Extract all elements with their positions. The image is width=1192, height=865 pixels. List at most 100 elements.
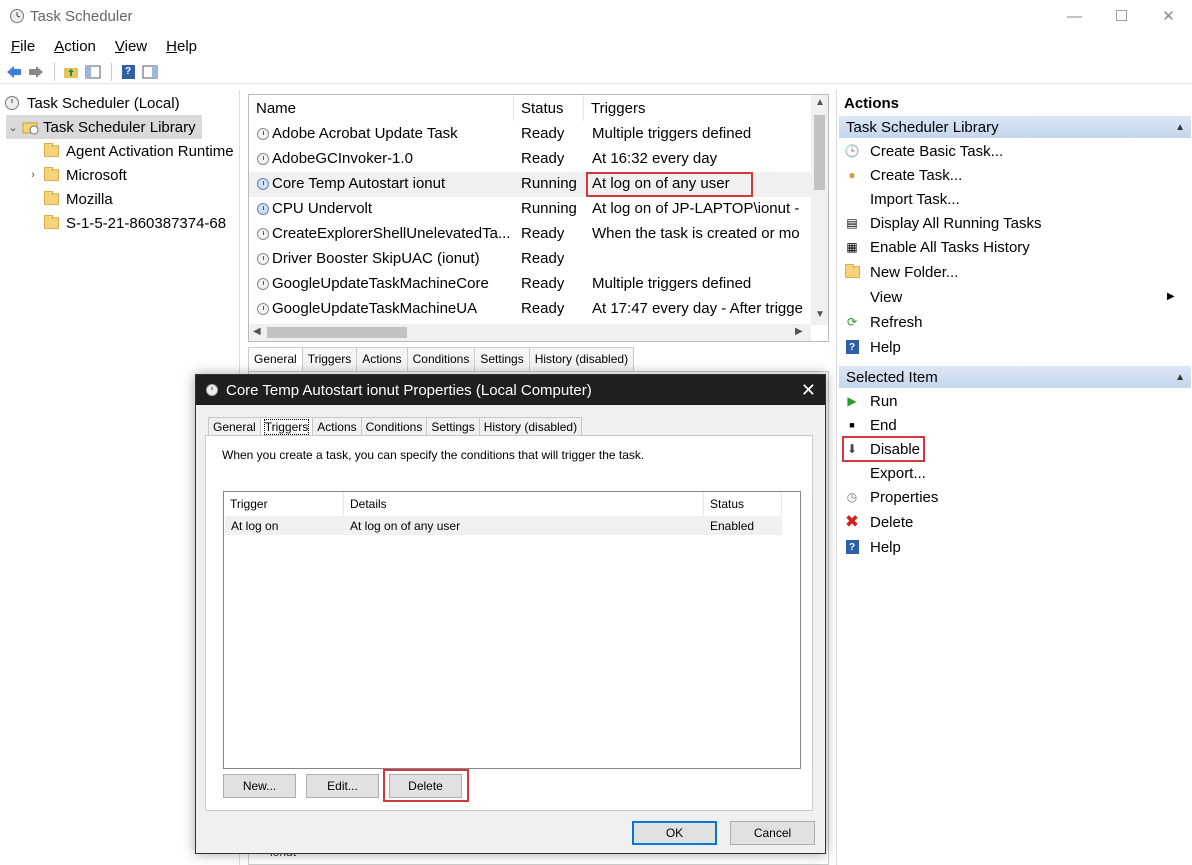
tab-general[interactable]: General [248, 347, 303, 371]
action-view[interactable]: View [844, 285, 902, 309]
menu-file[interactable]: File [0, 38, 43, 55]
folder-icon [44, 167, 59, 181]
dialog-tab-conditions[interactable]: Conditions [360, 417, 428, 436]
back-button[interactable] [4, 62, 24, 82]
action-new-folder[interactable]: New Folder... [844, 260, 958, 284]
action-create-basic-task[interactable]: 🕒 Create Basic Task... [844, 139, 1004, 163]
ok-button[interactable]: OK [632, 821, 717, 845]
table-row[interactable]: Driver Booster SkipUAC (ionut) Ready [249, 247, 811, 272]
column-header-status[interactable]: Status [704, 492, 782, 515]
tree-item-microsoft[interactable]: › Microsoft [26, 163, 127, 187]
scroll-down-icon[interactable]: ▼ [815, 309, 825, 320]
vertical-scrollbar[interactable]: ▲ ▼ [811, 95, 828, 325]
chevron-right-icon[interactable]: › [26, 169, 40, 181]
action-enable-tasks-history[interactable]: ▦ Enable All Tasks History [844, 235, 1029, 259]
horizontal-scroll-thumb[interactable] [267, 327, 407, 338]
menu-help[interactable]: Help [155, 38, 205, 55]
accelerator-key: A [54, 37, 65, 55]
tab-history[interactable]: History (disabled) [528, 347, 635, 371]
task-clock-icon [257, 303, 269, 315]
dialog-tab-actions[interactable]: Actions [312, 417, 362, 436]
tree-item-agent-activation-runtime[interactable]: Agent Activation Runtime [44, 139, 234, 163]
horizontal-scrollbar[interactable]: ◀ ▶ [249, 324, 811, 341]
minimize-button[interactable]: — [1051, 0, 1098, 32]
scroll-right-icon[interactable]: ▶ [795, 326, 803, 337]
action-refresh[interactable]: ⟳ Refresh [844, 310, 923, 334]
table-row[interactable]: CPU Undervolt Running At log on of JP-LA… [249, 197, 811, 222]
column-header-triggers[interactable]: Triggers [584, 95, 811, 121]
running-tasks-icon: ▤ [846, 216, 858, 230]
action-help[interactable]: ? Help [844, 335, 901, 359]
table-row[interactable]: AdobeGCInvoker-1.0 Ready At 16:32 every … [249, 147, 811, 172]
folder-up-icon [64, 67, 78, 78]
collapse-icon[interactable]: ▲ [1175, 372, 1185, 383]
scroll-left-icon[interactable]: ◀ [253, 326, 261, 337]
task-triggers: At log on of JP-LAPTOP\ionut - [592, 200, 800, 217]
tab-triggers[interactable]: Triggers [301, 347, 358, 371]
console-tree-icon [85, 65, 101, 78]
tree-item-task-scheduler-local[interactable]: Task Scheduler (Local) [4, 91, 180, 115]
table-row[interactable]: CreateExplorerShellUnelevatedTa... Ready… [249, 222, 811, 247]
dialog-tab-history[interactable]: History (disabled) [478, 417, 583, 436]
dialog-tab-general[interactable]: General [208, 417, 261, 436]
forward-button[interactable] [26, 62, 46, 82]
edit-trigger-button[interactable]: Edit... [306, 774, 379, 798]
tree-item-task-scheduler-library[interactable]: ⌄ Task Scheduler Library [6, 115, 202, 139]
table-row[interactable]: GoogleUpdateTaskMachineUA Ready At 17:47… [249, 297, 811, 322]
menu-bar: File Action View Help [0, 34, 205, 58]
action-properties[interactable]: ◷ Properties [844, 485, 939, 509]
task-name: AdobeGCInvoker-1.0 [272, 150, 413, 167]
tab-label: History (disabled) [483, 420, 578, 434]
tab-settings[interactable]: Settings [474, 347, 530, 371]
new-task-icon: ● [848, 168, 856, 182]
up-folder-button[interactable] [61, 62, 81, 82]
toolbar: ? [0, 60, 1192, 84]
action-create-task[interactable]: ● Create Task... [844, 163, 962, 187]
action-display-running-tasks[interactable]: ▤ Display All Running Tasks [844, 211, 1041, 235]
table-row[interactable]: At log on At log on of any user Enabled [225, 516, 782, 535]
action-end[interactable]: ■ End [844, 413, 896, 437]
vertical-scroll-thumb[interactable] [814, 115, 825, 190]
scroll-up-icon[interactable]: ▲ [815, 97, 825, 108]
dialog-close-icon[interactable]: ✕ [801, 380, 816, 401]
action-export[interactable]: Export... [844, 461, 926, 485]
dialog-titlebar: Core Temp Autostart ionut Properties (Lo… [196, 375, 825, 405]
collapse-icon[interactable]: ▲ [1175, 122, 1185, 133]
column-header-status[interactable]: Status [514, 95, 584, 121]
new-trigger-button[interactable]: New... [223, 774, 296, 798]
column-header-name[interactable]: Name [249, 95, 514, 121]
task-name: Adobe Acrobat Update Task [272, 125, 458, 142]
section-header-selected-item[interactable]: Selected Item ▲ [839, 366, 1191, 388]
close-button[interactable]: ✕ [1145, 0, 1192, 32]
chevron-down-icon[interactable]: ⌄ [6, 121, 20, 134]
section-header-task-scheduler-library[interactable]: Task Scheduler Library ▲ [839, 116, 1191, 138]
dialog-tab-triggers[interactable]: Triggers [259, 417, 314, 436]
maximize-button[interactable]: ☐ [1098, 0, 1145, 32]
tree-item-sid-folder[interactable]: S-1-5-21-860387374-68 [44, 211, 226, 235]
help-button[interactable]: ? [118, 62, 138, 82]
menu-view[interactable]: View [104, 38, 155, 55]
cancel-button[interactable]: Cancel [730, 821, 815, 845]
column-header-trigger[interactable]: Trigger [224, 492, 344, 515]
action-help-selected[interactable]: ? Help [844, 535, 901, 559]
accelerator-key: F [11, 37, 21, 55]
action-run[interactable]: ▶ Run [844, 389, 897, 413]
action-delete[interactable]: ✖ Delete [844, 510, 913, 534]
tab-conditions[interactable]: Conditions [406, 347, 476, 371]
table-row[interactable]: Adobe Acrobat Update Task Ready Multiple… [249, 122, 811, 147]
tree-item-mozilla[interactable]: Mozilla [44, 187, 113, 211]
dialog-tab-settings[interactable]: Settings [426, 417, 480, 436]
menu-action[interactable]: Action [43, 38, 104, 55]
show-hide-console-tree-button[interactable] [83, 62, 103, 82]
task-clock-icon [257, 203, 269, 215]
action-label: Delete [870, 513, 914, 531]
task-triggers: At 16:32 every day [592, 150, 718, 167]
tab-actions[interactable]: Actions [356, 347, 408, 371]
action-label: Display All Running Tasks [870, 214, 1042, 232]
column-header-details[interactable]: Details [344, 492, 704, 515]
show-hide-action-pane-button[interactable] [140, 62, 160, 82]
submenu-arrow-icon: ▶ [1167, 291, 1175, 302]
refresh-icon: ⟳ [846, 315, 858, 329]
action-import-task[interactable]: Import Task... [844, 187, 960, 211]
table-row[interactable]: GoogleUpdateTaskMachineCore Ready Multip… [249, 272, 811, 297]
